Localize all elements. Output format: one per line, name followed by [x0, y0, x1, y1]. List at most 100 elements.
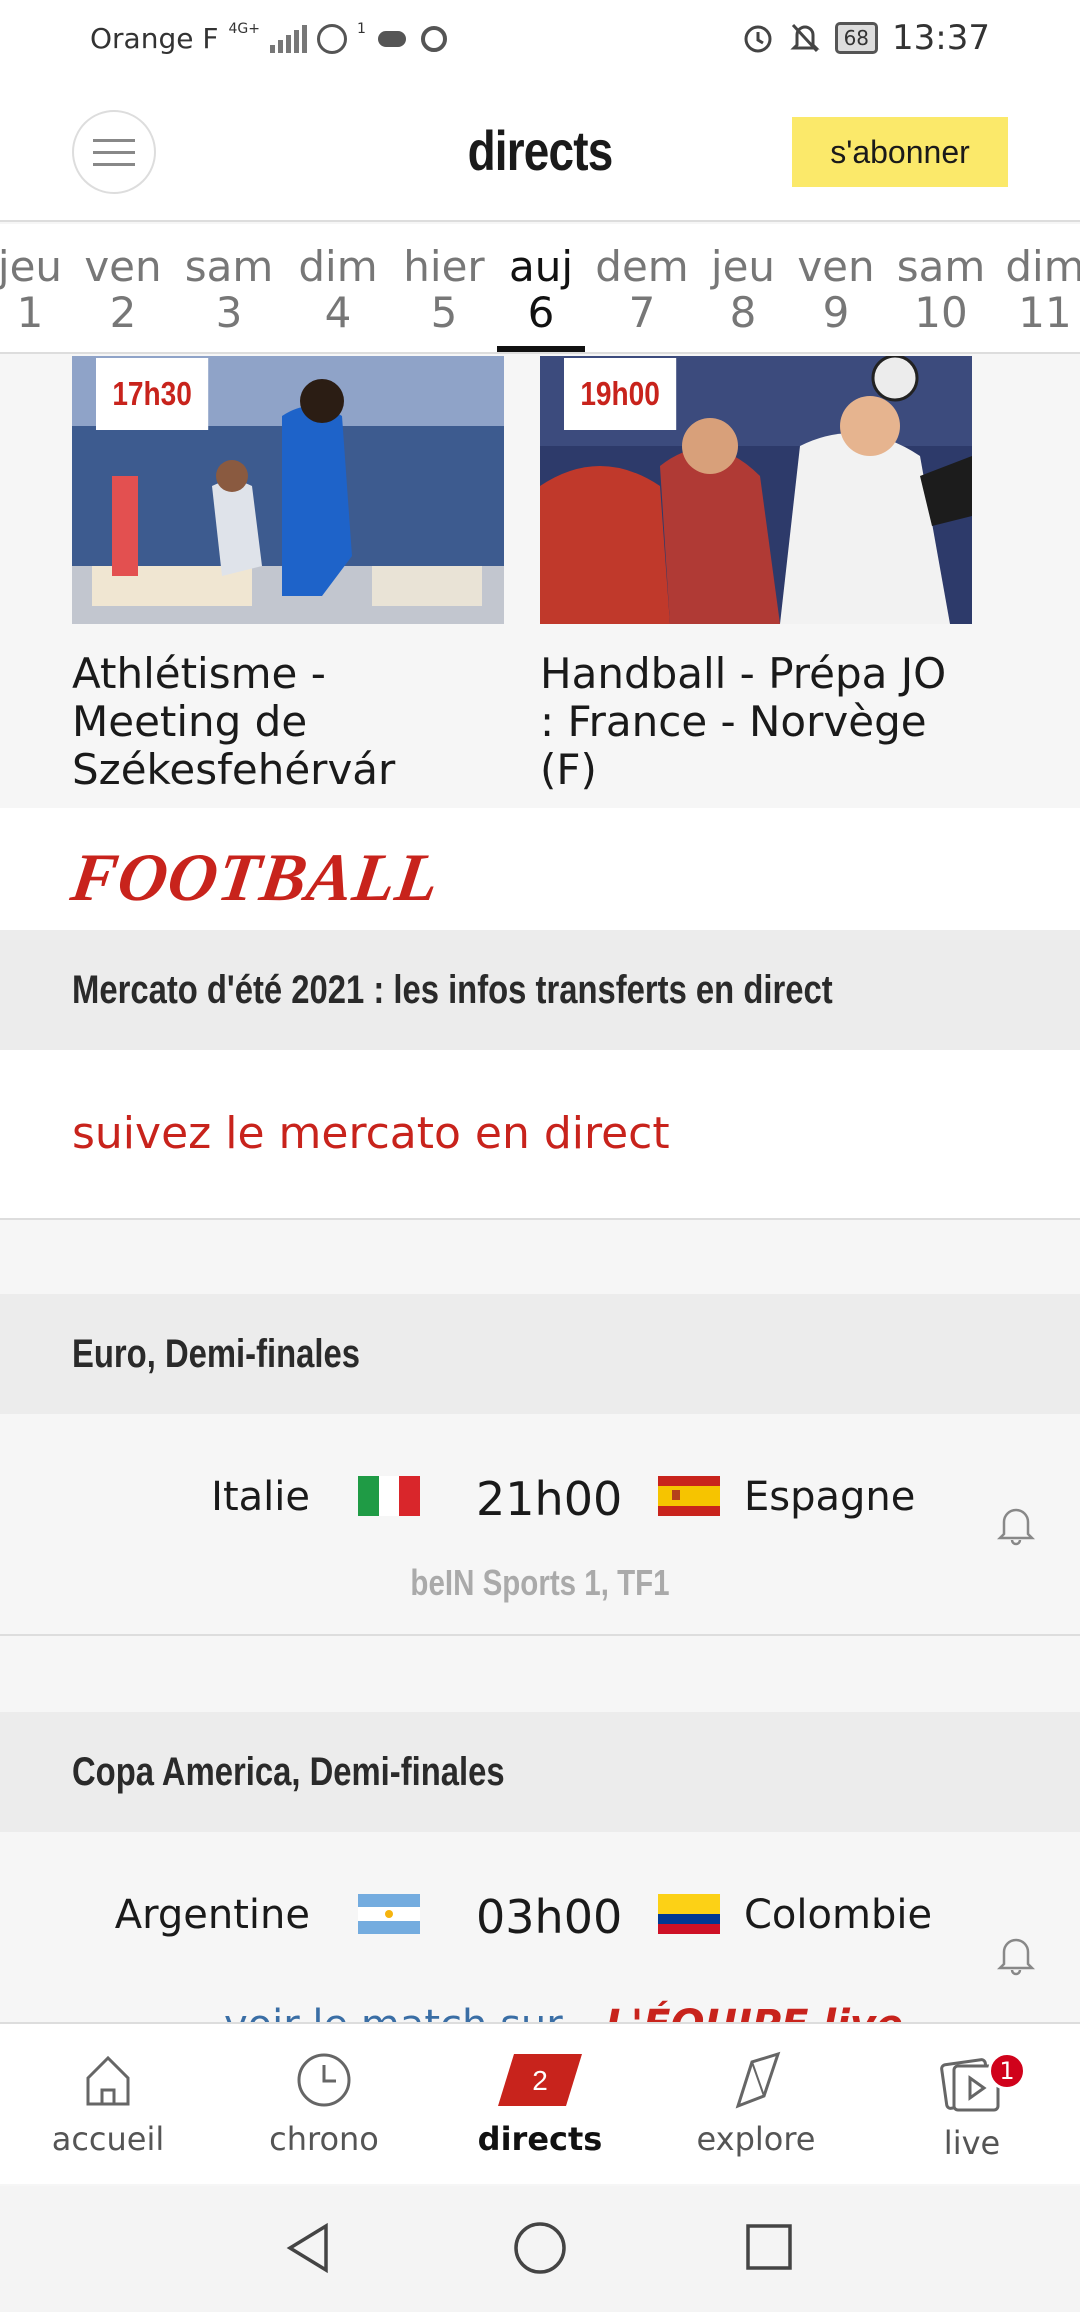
day-number: 7: [628, 288, 656, 337]
back-icon[interactable]: [282, 2220, 334, 2276]
competition-header[interactable]: Euro, Demi-finales: [0, 1294, 1080, 1414]
competition-header[interactable]: Mercato d'été 2021 : les infos transfert…: [0, 930, 1080, 1050]
mercato-link[interactable]: suivez le mercato en direct: [72, 1108, 670, 1159]
day-name: dem: [595, 242, 689, 291]
tab-label: live: [943, 2124, 1001, 2162]
subscribe-button[interactable]: s'abonner: [792, 117, 1008, 187]
event-cards: 17h30 Athlétisme - Meeting de Székesfehé…: [0, 356, 1080, 808]
day-name: hier: [403, 242, 485, 291]
section-title: FOOTBALL: [66, 839, 445, 915]
event-title: Athlétisme - Meeting de Székesfehérvár: [72, 649, 396, 794]
day-name: sam: [184, 242, 274, 291]
home-team: Argentine: [114, 1892, 310, 1938]
event-title: Handball - Prépa JO : France - Norvège (…: [540, 649, 947, 794]
directs-icon: 2: [498, 2054, 582, 2106]
active-day-indicator: [497, 346, 585, 352]
clock-icon: [297, 2053, 351, 2107]
day-sam-10[interactable]: sam 10: [886, 244, 996, 336]
tab-explore[interactable]: explore: [656, 2050, 856, 2158]
day-number: 11: [1018, 288, 1072, 337]
mute-icon: [789, 23, 820, 53]
recents-icon[interactable]: [744, 2220, 796, 2276]
day-number: 3: [215, 288, 243, 337]
live-badge: 1: [988, 2052, 1026, 2090]
bell-icon[interactable]: [996, 1502, 1036, 1546]
day-dem-7[interactable]: dem 7: [587, 244, 697, 336]
kickoff-time: 21h00: [476, 1472, 623, 1526]
notification-count: 1: [356, 20, 366, 37]
system-nav: [0, 2186, 1080, 2312]
day-ven-9[interactable]: ven 9: [781, 244, 891, 336]
competition-title: Copa America, Demi-finales: [72, 1750, 505, 1794]
tab-label: directs: [477, 2120, 603, 2158]
athletics-photo: 17h30: [72, 356, 504, 624]
network-label: 4G+: [228, 20, 260, 37]
equipe-live-logo: L'ÉQUIPE live: [605, 2002, 903, 2022]
tab-accueil[interactable]: accueil: [8, 2050, 208, 2158]
day-number: 10: [914, 288, 968, 337]
kickoff-time: 03h00: [476, 1890, 623, 1944]
day-dim-4[interactable]: dim 4: [283, 244, 393, 336]
match-row[interactable]: Italie 21h00 Espagne beIN Sports 1, TF1: [0, 1414, 1080, 1636]
day-auj-6[interactable]: auj 6: [486, 244, 596, 336]
explore-icon: [735, 2051, 781, 2109]
watch-link[interactable]: voir le match sur L'ÉQUIPE live: [224, 2002, 903, 2022]
competition-header[interactable]: Copa America, Demi-finales: [0, 1712, 1080, 1832]
italy-flag-icon: [358, 1476, 420, 1516]
tab-label: explore: [696, 2120, 816, 2158]
event-time: 17h30: [96, 358, 209, 430]
day-name: auj: [508, 242, 574, 291]
battery-icon: 68: [834, 22, 879, 54]
day-name: sam: [896, 242, 986, 291]
watch-link-text: voir le match sur: [224, 2002, 563, 2022]
tab-directs[interactable]: 2 directs: [440, 2050, 640, 2158]
day-number: 4: [324, 288, 352, 337]
app-header: directs s'abonner: [0, 80, 1080, 222]
home-team: Italie: [211, 1474, 310, 1520]
day-dim-11[interactable]: dim 11: [990, 244, 1080, 336]
day-number: 6: [527, 288, 555, 337]
bell-icon[interactable]: [996, 1932, 1036, 1976]
game-icon: [377, 30, 406, 47]
sport-section-header: FOOTBALL: [0, 808, 1080, 930]
day-hier-5[interactable]: hier 5: [389, 244, 499, 336]
spain-flag-icon: [658, 1476, 720, 1516]
hotspot-icon: [316, 23, 347, 54]
app-icon: [420, 25, 447, 52]
competition-title: Mercato d'été 2021 : les infos transfert…: [72, 968, 833, 1012]
event-card[interactable]: 19h00 Handball - Prépa JO : France - Nor…: [540, 356, 972, 794]
tab-chrono[interactable]: chrono: [224, 2050, 424, 2158]
day-selector: jeu 1 ven 2 sam 3 dim 4 hier 5 auj 6 dem 7 jeu 8 ven 9 sam…: [0, 224, 1080, 354]
day-ven-2[interactable]: ven 2: [68, 244, 178, 336]
status-right: 68 13:37: [741, 18, 990, 58]
day-sam-3[interactable]: sam 3: [174, 244, 284, 336]
status-bar: Orange F 4G+ 1 68 13:37: [0, 0, 1080, 80]
home-circle-icon[interactable]: [512, 2220, 568, 2276]
signal-icon: [269, 24, 307, 53]
bottom-nav: accueil chrono 2 directs explore 1 live: [0, 2022, 1080, 2184]
away-team: Espagne: [744, 1474, 916, 1520]
alarm-icon: [744, 25, 772, 53]
day-number: 9: [822, 288, 850, 337]
directs-count: 2: [532, 2065, 548, 2096]
argentina-flag-icon: [358, 1894, 420, 1934]
day-number: 5: [430, 288, 458, 337]
event-time: 19h00: [564, 358, 677, 430]
tab-label: chrono: [269, 2120, 379, 2158]
day-number: 2: [109, 288, 137, 337]
match-row[interactable]: Argentine 03h00 Colombie voir le match s…: [0, 1832, 1080, 2022]
handball-photo: 19h00: [540, 356, 972, 624]
event-card[interactable]: 17h30 Athlétisme - Meeting de Székesfehé…: [72, 356, 504, 794]
competition-title: Euro, Demi-finales: [72, 1332, 360, 1376]
away-team: Colombie: [744, 1892, 933, 1938]
tv-channels: beIN Sports 1, TF1: [410, 1562, 670, 1603]
day-name: ven: [797, 242, 875, 291]
mercato-row: suivez le mercato en direct: [0, 1050, 1080, 1220]
carrier-label: Orange F: [90, 22, 219, 55]
tab-live[interactable]: 1 live: [872, 2050, 1072, 2162]
day-name: dim: [1005, 242, 1080, 291]
home-icon: [86, 2055, 130, 2106]
status-left: Orange F 4G+ 1: [90, 20, 450, 55]
day-name: dim: [298, 242, 378, 291]
tab-label: accueil: [51, 2120, 165, 2158]
